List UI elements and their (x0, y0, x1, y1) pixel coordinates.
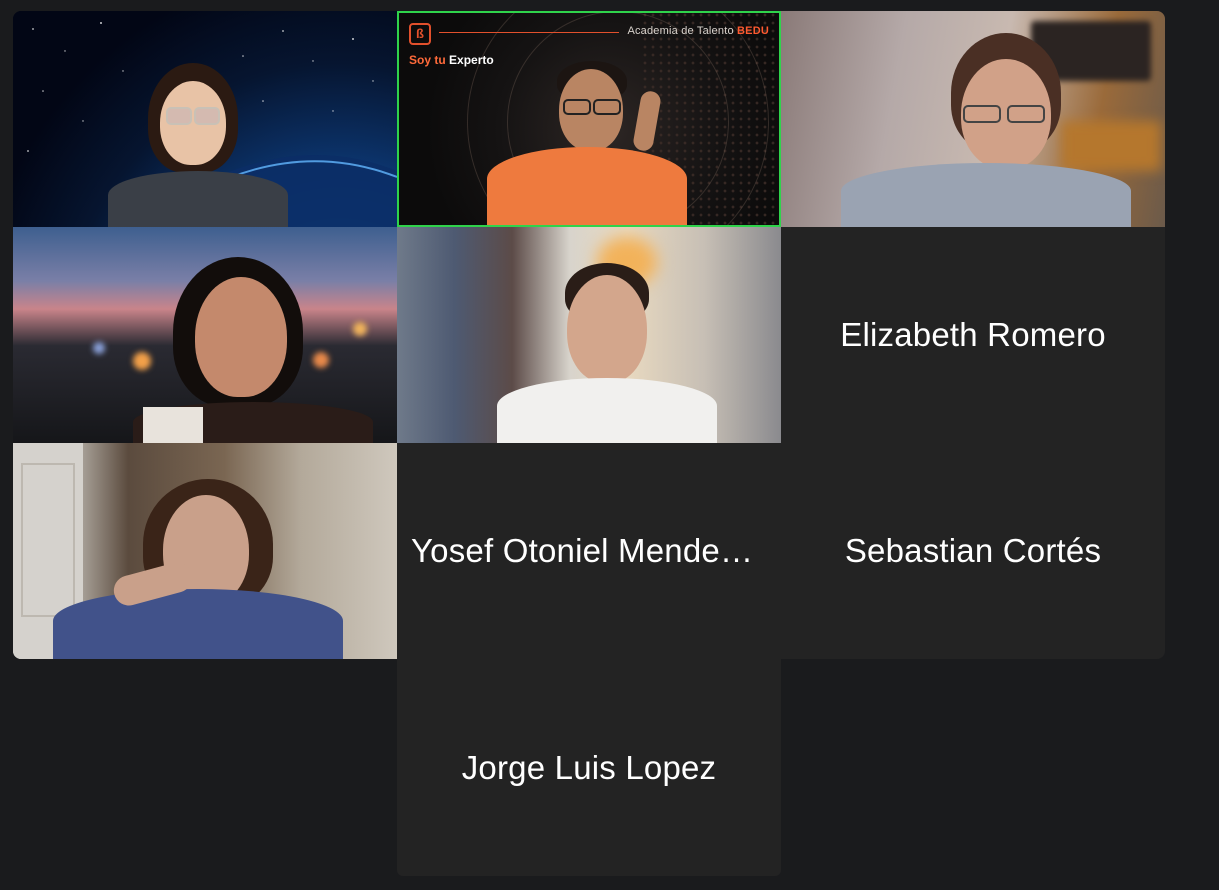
participant-name-tile[interactable]: Elizabeth Romero (781, 227, 1165, 443)
participant-name-tile[interactable]: Sebastian Cortés (781, 443, 1165, 659)
participant-name-tile[interactable]: Jorge Luis Lopez (397, 659, 781, 876)
participant-video-tile[interactable] (13, 227, 397, 443)
participant-name: Yosef Otoniel Mendez… (411, 532, 770, 569)
participant-name: Jorge Luis Lopez (461, 748, 717, 786)
bedu-slogan-text: Soy tu Experto (409, 53, 494, 67)
bedu-logo-icon: ß (409, 23, 431, 45)
person-silhouette (841, 33, 1141, 227)
participant-video-tile[interactable] (13, 443, 397, 659)
participant-video-tile[interactable] (13, 11, 397, 227)
bedu-brand-text: Academia de Talento BEDU (627, 25, 769, 37)
gallery-view: ß Academia de Talento BEDU Soy tu Expert… (13, 11, 1165, 876)
bedu-divider (439, 32, 619, 33)
participant-name: Elizabeth Romero (840, 316, 1106, 353)
participant-video-tile[interactable]: ß Academia de Talento BEDU Soy tu Expert… (397, 11, 781, 227)
participant-video-tile[interactable] (781, 11, 1165, 227)
participant-name-tile[interactable]: Yosef Otoniel Mendez… (397, 443, 781, 659)
person-silhouette (487, 263, 717, 443)
participant-video-tile[interactable] (397, 227, 781, 443)
person-silhouette (487, 61, 687, 227)
person-silhouette (108, 63, 308, 227)
person-silhouette (43, 479, 343, 659)
participant-name: Sebastian Cortés (844, 532, 1102, 569)
person-silhouette (123, 257, 383, 443)
